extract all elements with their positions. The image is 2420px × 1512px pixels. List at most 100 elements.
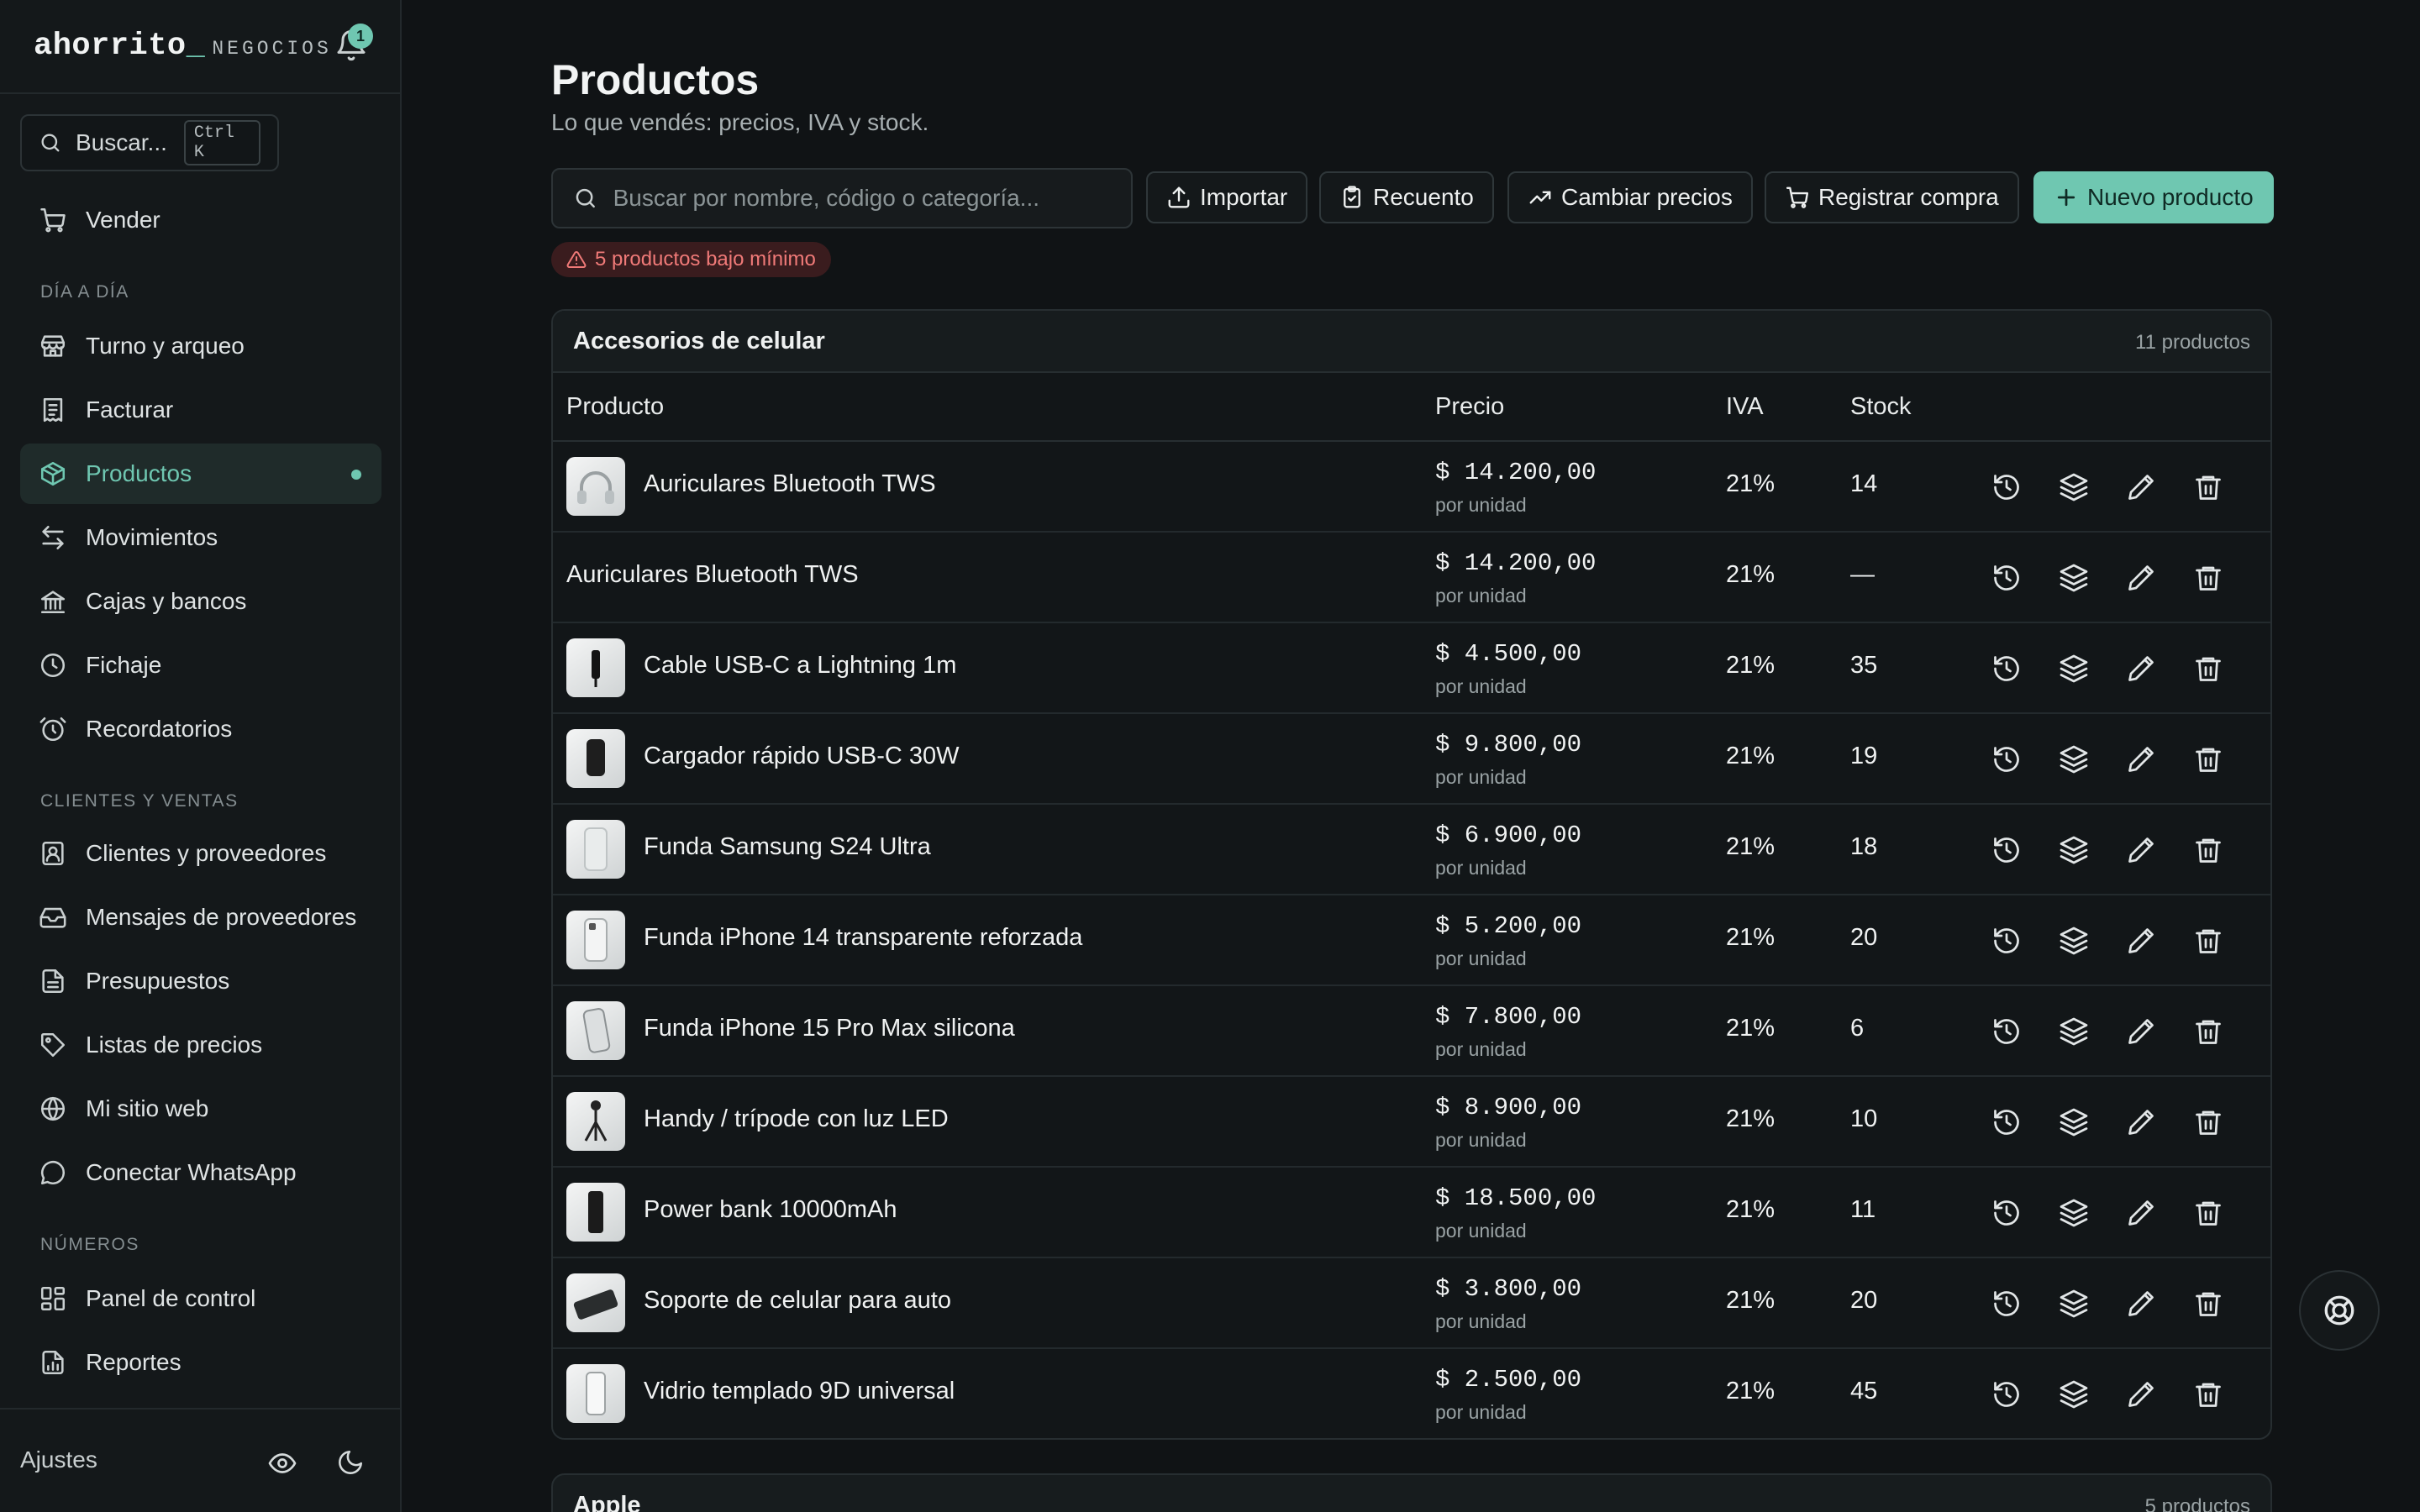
history-icon[interactable] — [1991, 835, 2022, 865]
trash-icon[interactable] — [2193, 1198, 2223, 1228]
sidebar-item-facturar[interactable]: Facturar — [20, 380, 381, 440]
product-price: $ 14.200,00 — [1435, 459, 1597, 486]
table-header: Producto Precio IVA Stock — [553, 373, 2270, 442]
history-icon[interactable] — [1991, 744, 2022, 774]
table-row[interactable]: Funda iPhone 14 transparente reforzada $ … — [553, 895, 2270, 986]
sidebar-item-label: Cajas y bancos — [86, 588, 247, 614]
trash-icon[interactable] — [2193, 1016, 2223, 1047]
moon-icon[interactable] — [336, 1448, 365, 1477]
trash-icon[interactable] — [2193, 835, 2223, 865]
product-iva: 21% — [1726, 1378, 1776, 1404]
history-icon[interactable] — [1991, 1289, 2022, 1319]
pencil-icon[interactable] — [2126, 1289, 2156, 1319]
table-row[interactable]: Auriculares Bluetooth TWS $ 14.200,00 por … — [553, 442, 2270, 533]
sidebar-item-listas[interactable]: Listas de precios — [20, 1015, 381, 1075]
sidebar-item-recordatorios[interactable]: Recordatorios — [20, 699, 381, 759]
pencil-icon[interactable] — [2126, 835, 2156, 865]
sidebar-item-turno[interactable]: Turno y arqueo — [20, 316, 381, 376]
product-search[interactable] — [551, 168, 1133, 228]
history-icon[interactable] — [1991, 1016, 2022, 1047]
sidebar-item-cajas[interactable]: Cajas y bancos — [20, 571, 381, 632]
new-product-button[interactable]: Nuevo producto — [2033, 171, 2274, 223]
sidebar-item-label: Mi sitio web — [86, 1095, 209, 1121]
pencil-icon[interactable] — [2126, 1016, 2156, 1047]
sidebar-item-clientes[interactable]: Clientes y proveedores — [20, 823, 381, 884]
layers-icon[interactable] — [2059, 1016, 2089, 1047]
sidebar-item-fichaje[interactable]: Fichaje — [20, 635, 381, 696]
layers-icon[interactable] — [2059, 563, 2089, 593]
pencil-icon[interactable] — [2126, 1107, 2156, 1137]
sidebar-item-vender[interactable]: Vender — [20, 190, 381, 250]
history-icon[interactable] — [1991, 563, 2022, 593]
eye-icon[interactable] — [267, 1448, 297, 1478]
layers-icon[interactable] — [2059, 835, 2089, 865]
history-icon[interactable] — [1991, 654, 2022, 684]
register-purchase-button[interactable]: Registrar compra — [1765, 171, 2019, 223]
pencil-icon[interactable] — [2126, 1198, 2156, 1228]
brand-logo[interactable]: ahorrito_ — [34, 29, 205, 64]
product-search-input[interactable] — [613, 185, 1111, 212]
history-icon[interactable] — [1991, 1198, 2022, 1228]
sidebar-item-productos[interactable]: Productos — [20, 444, 381, 504]
history-icon[interactable] — [1991, 472, 2022, 502]
table-row[interactable]: Cargador rápido USB-C 30W $ 9.800,00 por u… — [553, 714, 2270, 805]
trash-icon[interactable] — [2193, 563, 2223, 593]
table-row[interactable]: Power bank 10000mAh $ 18.500,00 por unidad… — [553, 1168, 2270, 1258]
sidebar-item-sitio[interactable]: Mi sitio web — [20, 1079, 381, 1139]
trash-icon[interactable] — [2193, 1107, 2223, 1137]
history-icon[interactable] — [1991, 1107, 2022, 1137]
pencil-icon[interactable] — [2126, 926, 2156, 956]
sidebar-item-reportes[interactable]: Reportes — [20, 1332, 381, 1393]
pencil-icon[interactable] — [2126, 1379, 2156, 1410]
trash-icon[interactable] — [2193, 926, 2223, 956]
table-row[interactable]: Handy / trípode con luz LED $ 8.900,00 por… — [553, 1077, 2270, 1168]
sidebar-item-movimientos[interactable]: Movimientos — [20, 507, 381, 568]
history-icon[interactable] — [1991, 926, 2022, 956]
sidebar-item-presupuestos[interactable]: Presupuestos — [20, 951, 381, 1011]
pencil-icon[interactable] — [2126, 654, 2156, 684]
trash-icon[interactable] — [2193, 744, 2223, 774]
help-button[interactable] — [2299, 1270, 2380, 1351]
sidebar-search[interactable]: Buscar... Ctrl K — [20, 114, 279, 171]
product-group-apple[interactable]: Apple 5 productos — [551, 1473, 2272, 1512]
pencil-icon[interactable] — [2126, 472, 2156, 502]
group-header[interactable]: Accesorios de celular 11 productos — [553, 311, 2270, 373]
product-iva: 21% — [1726, 1105, 1776, 1132]
table-row[interactable]: Funda iPhone 15 Pro Max silicona $ 7.800,… — [553, 986, 2270, 1077]
pencil-icon[interactable] — [2126, 563, 2156, 593]
table-row[interactable]: Cable USB-C a Lightning 1m $ 4.500,00 por … — [553, 623, 2270, 714]
import-button[interactable]: Importar — [1146, 171, 1308, 223]
history-icon[interactable] — [1991, 1379, 2022, 1410]
trash-icon[interactable] — [2193, 472, 2223, 502]
warning-icon — [566, 250, 587, 268]
product-name: Funda Samsung S24 Ultra — [644, 833, 931, 860]
sidebar-item-mensajes[interactable]: Mensajes de proveedores — [20, 887, 381, 948]
low-stock-warning[interactable]: 5 productos bajo mínimo — [551, 242, 831, 277]
table-row[interactable]: Vidrio templado 9D universal $ 2.500,00 po… — [553, 1349, 2270, 1438]
trash-icon[interactable] — [2193, 654, 2223, 684]
product-price: $ 14.200,00 — [1435, 549, 1597, 577]
layers-icon[interactable] — [2059, 1198, 2089, 1228]
table-row[interactable]: Funda Samsung S24 Ultra $ 6.900,00 por uni… — [553, 805, 2270, 895]
trash-icon[interactable] — [2193, 1379, 2223, 1410]
layers-icon[interactable] — [2059, 744, 2089, 774]
sidebar-search-label: Buscar... — [75, 129, 167, 155]
product-iva: 21% — [1726, 1287, 1776, 1314]
layers-icon[interactable] — [2059, 654, 2089, 684]
sidebar-item-whatsapp[interactable]: Conectar WhatsApp — [20, 1142, 381, 1203]
count-button[interactable]: Recuento — [1319, 171, 1494, 223]
layers-icon[interactable] — [2059, 1107, 2089, 1137]
search-shortcut: Ctrl K — [183, 120, 260, 165]
layers-icon[interactable] — [2059, 1379, 2089, 1410]
trash-icon[interactable] — [2193, 1289, 2223, 1319]
table-row[interactable]: Auriculares Bluetooth TWS $ 14.200,00 por … — [553, 533, 2270, 623]
layers-icon[interactable] — [2059, 926, 2089, 956]
settings-link[interactable]: Ajustes — [20, 1446, 97, 1473]
table-row[interactable]: Soporte de celular para auto $ 3.800,00 po… — [553, 1258, 2270, 1349]
change-prices-button[interactable]: Cambiar precios — [1507, 171, 1753, 223]
sidebar-item-panel[interactable]: Panel de control — [20, 1268, 381, 1329]
group-name: Accesorios de celular — [573, 328, 825, 354]
pencil-icon[interactable] — [2126, 744, 2156, 774]
layers-icon[interactable] — [2059, 1289, 2089, 1319]
layers-icon[interactable] — [2059, 472, 2089, 502]
